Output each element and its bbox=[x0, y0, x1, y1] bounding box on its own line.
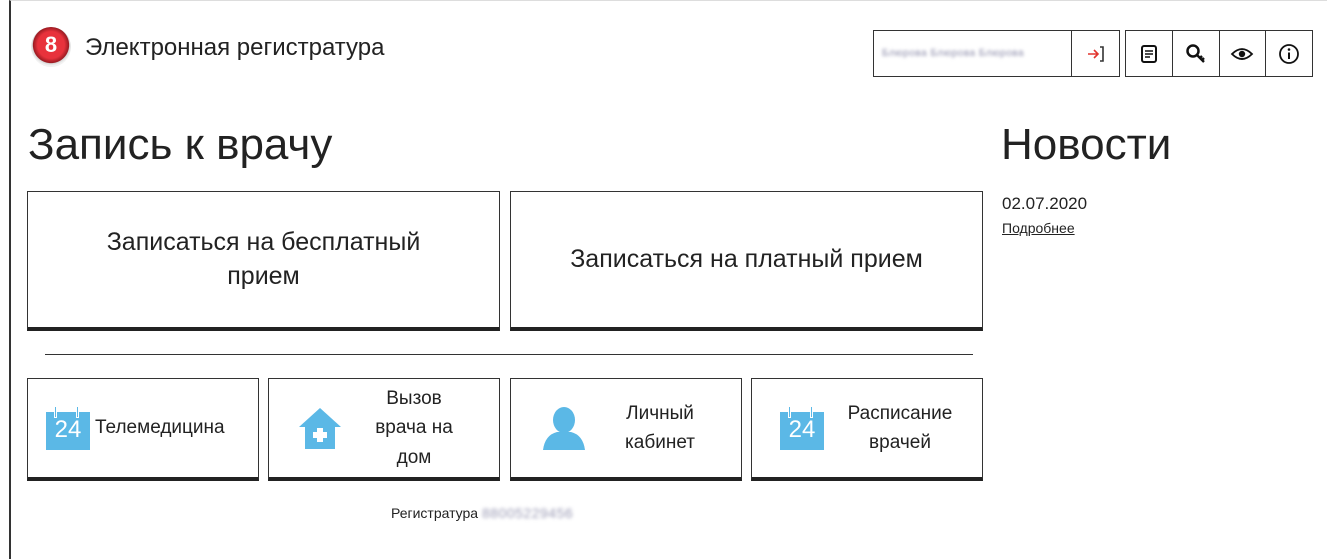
low-vision-button[interactable] bbox=[1218, 31, 1266, 76]
info-button[interactable] bbox=[1265, 31, 1312, 76]
registry-phone: 88005229456 bbox=[482, 505, 574, 521]
user-box: Блюрова Блюрова Блюрова bbox=[873, 30, 1120, 77]
home-visit-button[interactable]: Вызов врача на дом bbox=[268, 378, 500, 481]
doctor-schedule-label: Расписание врачей bbox=[847, 402, 953, 453]
house-plus-icon bbox=[299, 408, 341, 449]
toolbar bbox=[1125, 30, 1313, 77]
login-icon bbox=[1087, 45, 1104, 62]
user-icon bbox=[543, 407, 585, 450]
search-key-icon bbox=[1185, 43, 1205, 63]
personal-account-label: Личный кабинет bbox=[625, 402, 695, 453]
calendar-24-icon: 24 bbox=[780, 406, 824, 450]
document-button[interactable] bbox=[1126, 31, 1172, 76]
eye-icon bbox=[1231, 47, 1254, 60]
news-more-link[interactable]: Подробнее bbox=[1002, 220, 1075, 236]
page-title: Запись к врачу bbox=[28, 120, 333, 169]
registry-label: Регистратура bbox=[391, 505, 479, 521]
doctor-schedule-button[interactable]: 24 Расписание врачей bbox=[751, 378, 983, 481]
telemedicine-button[interactable]: 24 Телемедицина bbox=[27, 378, 259, 481]
calendar-24-icon: 24 bbox=[46, 406, 90, 450]
news-date: 02.07.2020 bbox=[1002, 194, 1088, 213]
divider bbox=[45, 354, 973, 355]
personal-account-button[interactable]: Личный кабинет bbox=[510, 378, 742, 481]
free-appointment-label: Записаться на бесплатный прием bbox=[106, 227, 421, 290]
paid-appointment-button[interactable]: Записаться на платный прием bbox=[510, 191, 983, 331]
free-appointment-button[interactable]: Записаться на бесплатный прием bbox=[27, 191, 500, 331]
telemedicine-label: Телемедицина bbox=[95, 417, 225, 439]
home-visit-label: Вызов врача на дом bbox=[375, 387, 453, 468]
logo-icon: 8 bbox=[31, 27, 71, 67]
news-heading: Новости bbox=[1001, 120, 1172, 169]
document-icon bbox=[1140, 44, 1157, 63]
search-button[interactable] bbox=[1171, 31, 1219, 76]
app-title: Электронная регистратура bbox=[85, 34, 385, 61]
login-button[interactable] bbox=[1071, 31, 1119, 76]
registry-contact: Регистратура 88005229456 bbox=[391, 505, 573, 521]
user-name: Блюрова Блюрова Блюрова bbox=[882, 48, 1025, 59]
info-icon bbox=[1279, 43, 1300, 64]
paid-appointment-label: Записаться на платный прием bbox=[570, 244, 923, 273]
